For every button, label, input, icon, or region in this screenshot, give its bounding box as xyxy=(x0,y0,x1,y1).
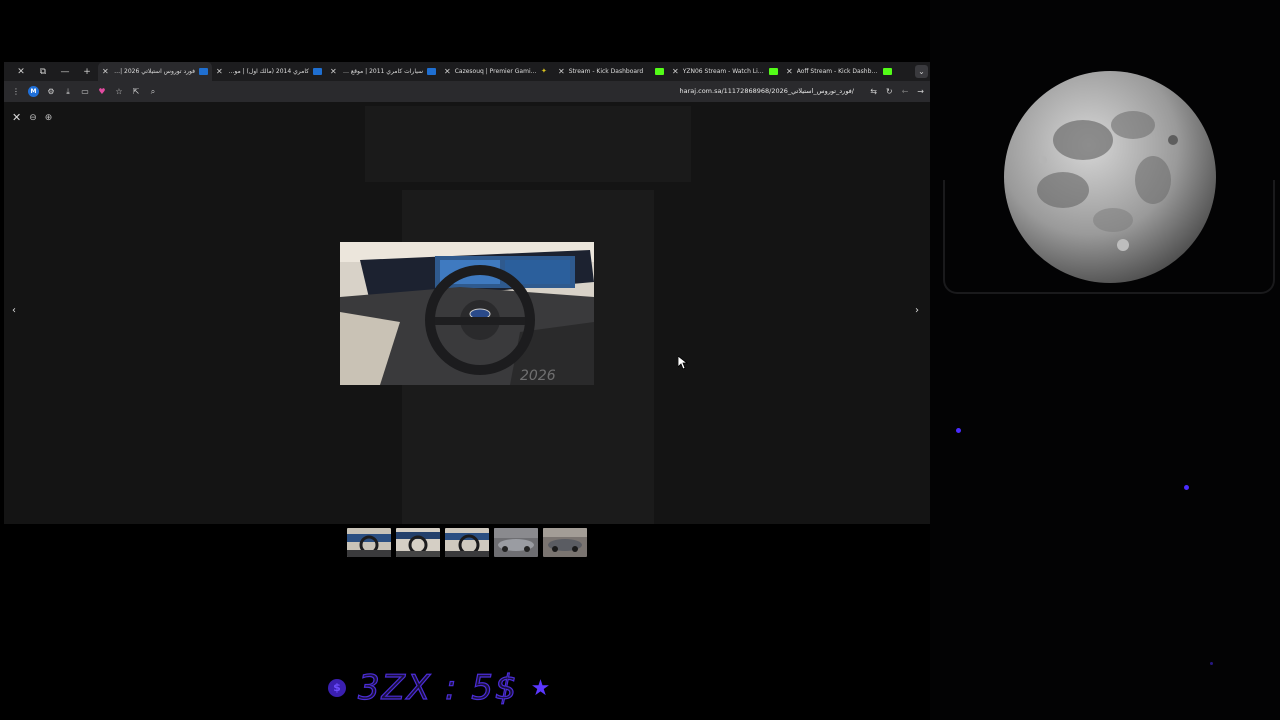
zoom-out-icon[interactable]: ⊖ xyxy=(29,113,37,123)
thumbnail-2[interactable] xyxy=(396,528,440,557)
thumbnail-4[interactable] xyxy=(494,528,538,557)
toolbar-right: ⇆ ↻ ← → xyxy=(870,81,924,102)
particle-dot xyxy=(956,428,961,433)
particle-dot xyxy=(1184,485,1189,490)
svg-text:2026: 2026 xyxy=(520,368,556,384)
menu-icon[interactable]: ⋮ xyxy=(11,87,21,96)
mouse-cursor-icon xyxy=(678,356,688,370)
download-icon[interactable]: ⤓ xyxy=(63,87,73,97)
kick-favicon-icon xyxy=(883,68,892,75)
tab-title: كامري 2014 (مالك اول) | موقع ح xyxy=(226,68,309,75)
tab-close-icon[interactable]: ✕ xyxy=(672,67,679,76)
search-icon[interactable]: ⌕ xyxy=(148,87,158,97)
toolbar-left: ⋮ M ⚙ ⤓ ▭ ♥ ☆ ⇱ ⌕ xyxy=(4,86,158,97)
tab-yzn06-stream[interactable]: ✕ YZN06 Stream - Watch Live o xyxy=(668,62,782,81)
heart-icon[interactable]: ♥ xyxy=(97,87,107,96)
thumbnail-3[interactable] xyxy=(445,528,489,557)
haraj-favicon-icon xyxy=(313,68,322,75)
kick-favicon-icon xyxy=(769,68,778,75)
tab-close-icon[interactable]: ✕ xyxy=(216,67,223,76)
tab-close-icon[interactable]: ✕ xyxy=(102,67,109,76)
previous-image-button[interactable]: ‹ xyxy=(12,305,16,316)
tab-cazesouq[interactable]: ✕ Cazesouq | Premier Gaming Hu ✦ xyxy=(440,62,554,81)
tab-haraj-camry-2011[interactable]: ✕ سيارات كامري 2011 | موقع حراج xyxy=(326,62,440,81)
extension-m-icon[interactable]: M xyxy=(28,86,39,97)
tab-icon[interactable]: ▭ xyxy=(80,87,90,96)
tab-close-icon[interactable]: ✕ xyxy=(786,67,793,76)
next-image-button[interactable]: › xyxy=(915,305,919,316)
haraj-favicon-icon xyxy=(199,68,208,75)
viewer-toolbar: ✕ ⊖ ⊕ xyxy=(12,111,52,124)
tab-title: سيارات كامري 2011 | موقع حراج xyxy=(341,68,423,75)
tab-kick-dashboard[interactable]: ✕ Stream - Kick Dashboard xyxy=(554,62,668,81)
tab-bar: ✕ ⧉ — + ✕ فورد توروس استيلاتي 2026 | موق… xyxy=(4,62,930,81)
main-car-photo: 2026 xyxy=(340,242,594,385)
tab-title: Cazesouq | Premier Gaming Hu xyxy=(454,68,537,75)
close-window-icon[interactable]: ✕ xyxy=(10,67,32,77)
extension-icon[interactable]: ⚙ xyxy=(46,87,56,96)
thumbnail-1[interactable] xyxy=(347,528,391,557)
kick-favicon-icon xyxy=(655,68,664,75)
moon-graphic xyxy=(1004,71,1216,283)
tab-haraj-ford[interactable]: ✕ فورد توروس استيلاتي 2026 | موقع xyxy=(98,62,212,81)
tab-close-icon[interactable]: ✕ xyxy=(330,67,337,76)
thumbnail-5[interactable] xyxy=(543,528,587,557)
minimize-window-icon[interactable]: — xyxy=(54,67,76,77)
window-controls: ✕ ⧉ — + xyxy=(4,67,98,77)
thumbnail-strip xyxy=(347,528,587,557)
tab-title: Stream - Kick Dashboard xyxy=(568,68,644,75)
zoom-in-icon[interactable]: ⊕ xyxy=(45,113,53,123)
ticker-text: 3ZX : 5$ xyxy=(357,667,519,708)
forward-icon[interactable]: → xyxy=(917,87,924,96)
tab-close-icon[interactable]: ✕ xyxy=(444,67,451,76)
tab-close-icon[interactable]: ✕ xyxy=(558,67,565,76)
donation-ticker: $ 3ZX : 5$ ★ xyxy=(328,667,551,709)
address-bar: ⋮ M ⚙ ⤓ ▭ ♥ ☆ ⇱ ⌕ haraj.com.sa/111728689… xyxy=(4,81,930,102)
close-icon[interactable]: ✕ xyxy=(12,111,21,124)
particle-dot xyxy=(1210,662,1213,665)
site-settings-icon[interactable]: ⇆ xyxy=(870,87,877,96)
tab-aoff-stream[interactable]: ✕ Aoff Stream - Kick Dashboard xyxy=(782,62,896,81)
back-icon[interactable]: ← xyxy=(902,87,909,96)
new-tab-button[interactable]: + xyxy=(76,67,98,77)
url-field[interactable]: haraj.com.sa/11172868968/فورد_توروس_استي… xyxy=(680,81,855,102)
image-viewer: ✕ ⊖ ⊕ ‹ › 2026 xyxy=(4,102,930,524)
background-page-block xyxy=(365,106,691,182)
star-icon: ★ xyxy=(530,675,551,701)
coin-icon: $ xyxy=(328,679,346,697)
reload-icon[interactable]: ↻ xyxy=(886,87,893,96)
share-icon[interactable]: ⇱ xyxy=(131,87,141,96)
tab-title: Aoff Stream - Kick Dashboard xyxy=(796,68,879,75)
tab-title: فورد توروس استيلاتي 2026 | موقع xyxy=(113,68,195,75)
tab-search-dropdown-icon[interactable]: ⌄ xyxy=(915,65,928,78)
restore-window-icon[interactable]: ⧉ xyxy=(32,67,54,77)
cazesouq-favicon-icon: ✦ xyxy=(541,67,547,75)
browser-window: ✕ ⧉ — + ✕ فورد توروس استيلاتي 2026 | موق… xyxy=(4,62,930,524)
tab-title: YZN06 Stream - Watch Live o xyxy=(682,68,765,75)
haraj-favicon-icon xyxy=(427,68,436,75)
tab-haraj-camry-2014[interactable]: ✕ كامري 2014 (مالك اول) | موقع ح xyxy=(212,62,326,81)
bookmark-star-icon[interactable]: ☆ xyxy=(114,87,124,96)
